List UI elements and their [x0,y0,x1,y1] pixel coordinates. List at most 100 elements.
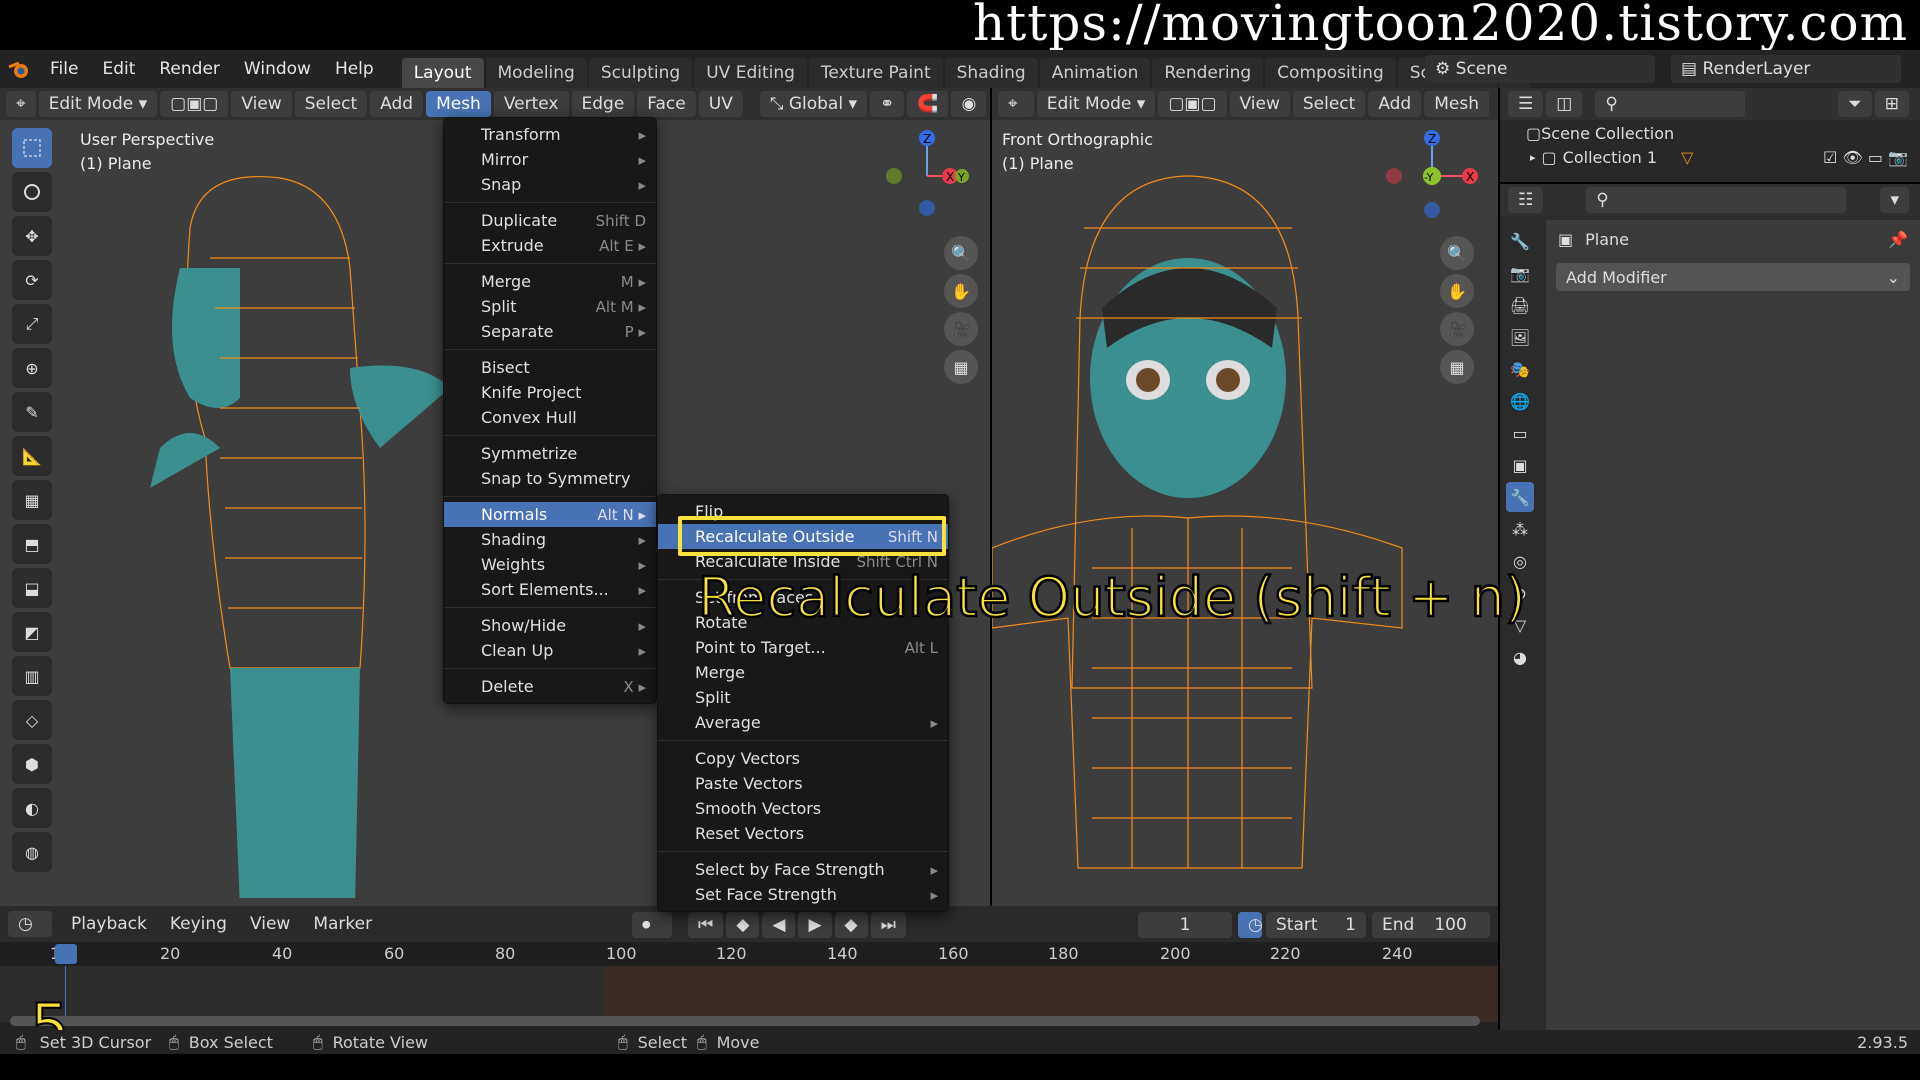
add-modifier-button[interactable]: Add Modifier ⌄ [1556,263,1910,291]
normals-menu-item-point-to-target[interactable]: Point to Target... Alt L [658,635,948,660]
timeline-menu-view[interactable]: View [240,911,300,937]
material-tab-icon[interactable]: ◕ [1506,642,1534,672]
loop-cut-tool-icon[interactable]: ▥ [12,656,52,696]
menu-file[interactable]: File [38,50,90,88]
viewport-menu-edge[interactable]: Edge [571,91,635,117]
zoom-icon-right[interactable]: 🔍 [1440,236,1474,270]
normals-menu-item-average[interactable]: Average ▸ [658,710,948,735]
navigation-gizmo-right[interactable]: Z -Y X [1372,118,1492,218]
move-tool-icon[interactable]: ✥ [12,216,52,256]
timeline-menu-marker[interactable]: Marker [303,911,382,937]
normals-menu-item-reset-vectors[interactable]: Reset Vectors [658,821,948,846]
tab-compositing[interactable]: Compositing [1265,58,1396,88]
grid-icon-right[interactable]: ▦ [1440,350,1474,384]
camera-icon[interactable]: 🎥 [944,312,978,346]
tab-sculpting[interactable]: Sculpting [588,58,693,88]
scene-tab-icon[interactable]: 🎭 [1506,354,1534,384]
menu-window[interactable]: Window [232,50,323,88]
prev-keyframe-icon[interactable]: ◆ [726,912,760,938]
current-frame-field[interactable]: 1 [1138,912,1232,938]
viewport-right-menu-mesh[interactable]: Mesh [1424,91,1489,117]
tab-uv-editing[interactable]: UV Editing [694,58,807,88]
collection-row[interactable]: ▸ ▢ Collection 1 ▽ ☑ 👁 ▭ 📷 [1500,145,1920,170]
world-tab-icon[interactable]: 🌐 [1506,386,1534,416]
tab-rendering[interactable]: Rendering [1152,58,1264,88]
mesh-menu-item-symmetrize[interactable]: Symmetrize [444,441,656,466]
mesh-menu-item-snap-to-symmetry[interactable]: Snap to Symmetry [444,466,656,491]
normals-menu-item-set-face-strength[interactable]: Set Face Strength ▸ [658,882,948,907]
tab-layout[interactable]: Layout [401,58,484,88]
normals-menu-item-split[interactable]: Split [658,685,948,710]
mesh-menu-item-duplicate[interactable]: Duplicate Shift D [444,208,656,233]
navigation-gizmo[interactable]: Z X Y [880,118,980,218]
timeline-area[interactable] [0,966,1498,1022]
normals-menu-item-select-by-face-strength[interactable]: Select by Face Strength ▸ [658,857,948,882]
timeline-menu-playback[interactable]: Playback [61,911,157,937]
snap-icon[interactable]: 🧲 [907,91,949,117]
grid-icon[interactable]: ▦ [944,350,978,384]
menu-render[interactable]: Render [147,50,232,88]
orientation-selector[interactable]: ⤡ Global ▾ [759,91,868,117]
mesh-menu-item-shading[interactable]: Shading ▸ [444,527,656,552]
output-tab-icon[interactable]: 🖨 [1506,290,1534,320]
extrude-tool-icon[interactable]: ⬒ [12,524,52,564]
record-icon[interactable]: ⏺ [632,912,672,938]
knife-tool-icon[interactable]: ◇ [12,700,52,740]
particles-tab-icon[interactable]: ⁂ [1506,514,1534,544]
playhead[interactable] [55,944,77,964]
expand-icon[interactable]: ▸ [1530,151,1536,164]
viewport-right-menu-view[interactable]: View [1229,91,1290,117]
play-icon[interactable]: ▶ [798,912,832,938]
properties-search-field[interactable]: ⚲ [1586,187,1847,213]
options-icon[interactable]: ▾ [1880,187,1909,213]
outliner-search-field[interactable]: ⚲ [1595,91,1746,117]
menu-edit[interactable]: Edit [90,50,147,88]
viewport-menu-uv[interactable]: UV [698,91,743,117]
viewport-right[interactable]: ⌖ Edit Mode ▾ ▢▣▢ View Select Add Mesh Fron… [992,88,1498,906]
select-mode-icons-right[interactable]: ▢▣▢ [1158,91,1227,117]
mesh-menu-item-show-hide[interactable]: Show/Hide ▸ [444,613,656,638]
jump-start-icon[interactable]: ⏮ [688,912,724,938]
end-frame-field[interactable]: End 100 [1372,912,1490,938]
mesh-menu-item-normals[interactable]: Normals Alt N ▸ [444,502,656,527]
mesh-menu-item-snap[interactable]: Snap ▸ [444,172,656,197]
inset-tool-icon[interactable]: ⬓ [12,568,52,608]
mesh-menu-item-separate[interactable]: Separate P ▸ [444,319,656,344]
pivot-icon[interactable]: ⚭ [870,91,905,117]
add-cube-tool-icon[interactable]: ▦ [12,480,52,520]
visibility-icons[interactable]: ☑ 👁 ▭ 📷 [1823,148,1908,167]
transform-tool-icon[interactable]: ⊕ [12,348,52,388]
render-tab-icon[interactable]: 📷 [1506,258,1534,288]
play-reverse-icon[interactable]: ◀ [762,912,796,938]
viewport-right-menu-select[interactable]: Select [1292,91,1366,117]
blender-logo-icon[interactable] [0,59,38,79]
select-box-tool-icon[interactable] [12,128,52,168]
tab-texture-paint[interactable]: Texture Paint [808,58,943,88]
mesh-menu-item-split[interactable]: Split Alt M ▸ [444,294,656,319]
properties-editor-icon[interactable]: ☷ [1508,187,1544,213]
mesh-menu-item-bisect[interactable]: Bisect [444,355,656,380]
scene-collection-row[interactable]: ▢ Scene Collection [1500,120,1920,145]
normals-menu-item-merge[interactable]: Merge [658,660,948,685]
poly-build-tool-icon[interactable]: ⬢ [12,744,52,784]
mesh-menu-item-merge[interactable]: Merge M ▸ [444,269,656,294]
normals-menu-item-copy-vectors[interactable]: Copy Vectors [658,746,948,771]
pan-hand-icon-right[interactable]: ✋ [1440,274,1474,308]
start-frame-field[interactable]: Start 1 [1266,912,1366,938]
mesh-menu-item-convex-hull[interactable]: Convex Hull [444,405,656,430]
normals-menu-item-smooth-vectors[interactable]: Smooth Vectors [658,796,948,821]
rotate-tool-icon[interactable]: ⟳ [12,260,52,300]
scale-tool-icon[interactable]: ⤢ [12,304,52,344]
jump-end-icon[interactable]: ⏭ [870,912,906,938]
annotate-tool-icon[interactable]: ✎ [12,392,52,432]
zoom-icon[interactable]: 🔍 [944,236,978,270]
clock-icon[interactable]: ◷ [1238,912,1263,938]
mesh-menu-item-transform[interactable]: Transform ▸ [444,122,656,147]
normals-menu-item-paste-vectors[interactable]: Paste Vectors [658,771,948,796]
timeline-scrollbar[interactable] [10,1016,1480,1026]
mesh-menu-item-mirror[interactable]: Mirror ▸ [444,147,656,172]
next-keyframe-icon[interactable]: ◆ [834,912,868,938]
camera-icon-right[interactable]: 🎥 [1440,312,1474,346]
tab-shading[interactable]: Shading [944,58,1038,88]
mesh-menu-item-extrude[interactable]: Extrude Alt E ▸ [444,233,656,258]
